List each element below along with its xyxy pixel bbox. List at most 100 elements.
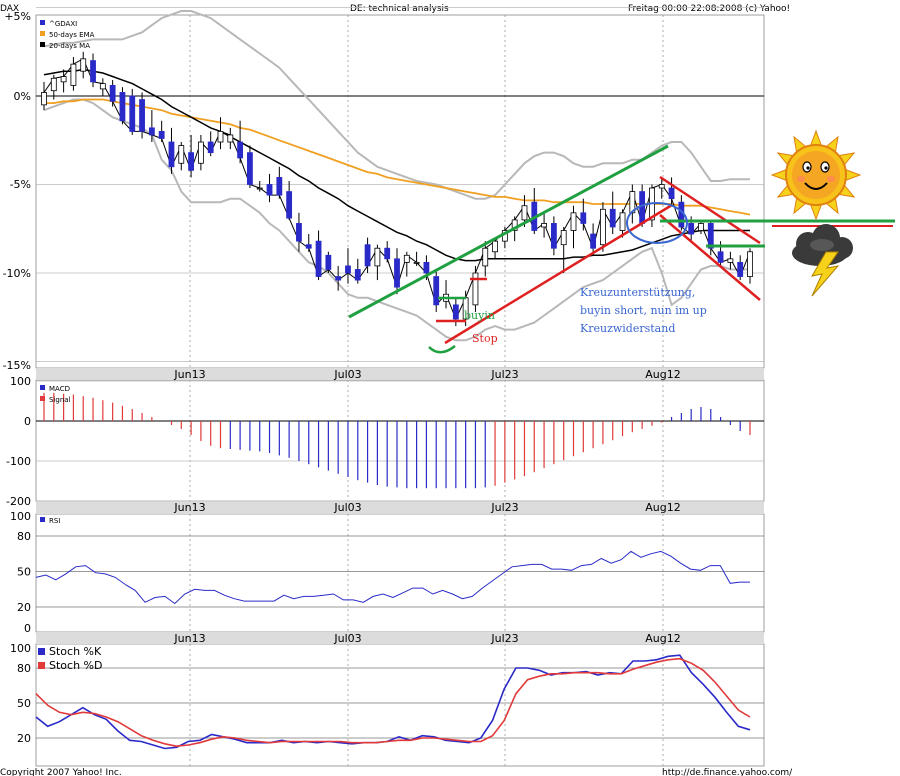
candle-body-22 [256,187,263,190]
chart-title: DE: technical analysis [350,4,449,14]
macd-legend-swatch-1 [40,396,45,401]
price-legend-swatch-0 [40,20,45,25]
rsi-panel-frame [35,513,765,633]
candle-body-61 [639,191,646,224]
candle-body-66 [688,223,695,235]
y-axis-ticks: +5% 0% -5% -10% -15% 100 0 -100 -200 100 80 50 20 0 10… [3,10,31,745]
candle-body-33 [364,244,371,267]
candle-body-58 [609,208,616,228]
candle-body-69 [717,251,724,263]
candle-body-0 [41,92,47,106]
candle-body-51 [541,223,547,228]
rsi-legend-swatch [40,517,45,522]
candle-body-34 [374,247,381,267]
sun-icon [770,129,862,221]
candle-body-13 [168,141,175,168]
timestamp: Freitag 00:00 22:08:2008 (c) Yahoo! [628,4,790,14]
copyright: Copyright 2007 Yahoo! Inc. [0,768,122,776]
comment-line-2: buyin short, nun im up [580,304,707,317]
candle-body-28 [315,240,322,277]
comment-line-3: Kreuzwiderstand [580,322,675,335]
price-ytick-0: +5% [4,10,31,23]
x-label-2-1: Jul03 [333,632,361,645]
x-label-1-2: Jul23 [490,501,518,514]
macd-legend-label-1: Signal [49,396,71,404]
candle-body-72 [747,251,753,277]
candle-body-32 [354,269,361,281]
rsi-legend-label: RSI [49,517,60,525]
x-label-2-3: Aug12 [645,632,680,645]
candle-body-26 [296,223,302,242]
candle-body-64 [668,187,675,200]
candle-body-21 [247,152,253,185]
storm-cloud-icon [792,224,853,297]
stop-label: Stop [472,332,498,345]
stoch-legend-swatch-0 [38,648,45,655]
rsi-ytick-3: 20 [17,601,31,614]
source-url: http://de.finance.yahoo.com/ [662,768,793,776]
candle-body-7 [109,84,116,102]
buyin-label: buyin [464,309,495,322]
price-legend-label-0: ^GDAXI [49,20,77,28]
candle-body-40 [433,276,440,306]
sun-ray-9 [809,129,823,146]
macd-panel-frame [35,379,765,502]
candle-body-19 [227,134,234,143]
rsi-ytick-2: 50 [17,566,31,579]
candle-body-37 [403,254,410,263]
stoch-ytick-0: 100 [10,642,31,655]
candle-body-54 [570,212,577,231]
candle-body-17 [207,141,214,154]
candle-body-1 [50,77,57,92]
candle-body-38 [413,261,420,264]
price-ytick-1: 0% [14,90,31,103]
candle-body-14 [178,145,185,164]
stoch-ytick-1: 80 [17,662,31,675]
candle-body-20 [237,141,244,159]
sun-ray-0 [845,168,862,182]
candle-body-39 [423,261,430,274]
candle-body-67 [698,223,704,231]
candle-body-11 [148,127,155,136]
candle-body-9 [129,95,136,132]
macd-legend-swatch-0 [40,385,45,390]
sun-ray-6 [770,168,787,182]
technical-analysis-chart: DAX DE: technical analysis Freitag 00:00… [0,4,895,776]
candle-body-59 [619,212,626,231]
macd-ytick-2: -100 [6,455,31,468]
x-label-1-3: Aug12 [645,501,680,514]
price-ytick-4: -15% [3,359,31,372]
macd-legend-label-0: MACD [49,385,70,393]
stoch-legend-label-0: Stoch %K [49,645,102,658]
candle-body-36 [394,258,400,288]
candle-body-30 [335,276,342,281]
rsi-ytick-0: 100 [10,510,31,523]
candle-9 [129,88,136,135]
stoch-legend-label-1: Stoch %D [49,659,102,672]
candle-body-29 [325,254,332,270]
candle-body-2 [60,76,67,83]
candle-29 [325,251,332,273]
macd-ytick-1: 0 [24,415,31,428]
candle-body-46 [492,240,498,253]
sun-ray-3 [809,204,823,221]
candle-body-12 [158,130,165,139]
candle-body-27 [305,244,312,249]
rsi-ytick-4: 0 [24,622,31,635]
x-label-2-2: Jul23 [490,632,518,645]
candle-body-42 [452,304,459,320]
macd-ytick-0: 100 [10,375,31,388]
candle-body-31 [345,265,351,274]
rsi-ytick-1: 80 [17,530,31,543]
price-legend-label-1: 50-days EMA [49,31,95,39]
candle-body-15 [188,152,194,171]
price-ytick-2: -5% [10,178,31,191]
stoch-ytick-3: 20 [17,732,31,745]
candle-body-63 [658,184,665,189]
x-label-0-3: Aug12 [645,368,680,381]
price-legend-label-2: 20-days MA [49,42,90,50]
candle-body-6 [99,83,106,90]
candle-body-35 [384,247,391,260]
candle-body-8 [119,92,126,122]
candle-body-18 [217,130,224,143]
